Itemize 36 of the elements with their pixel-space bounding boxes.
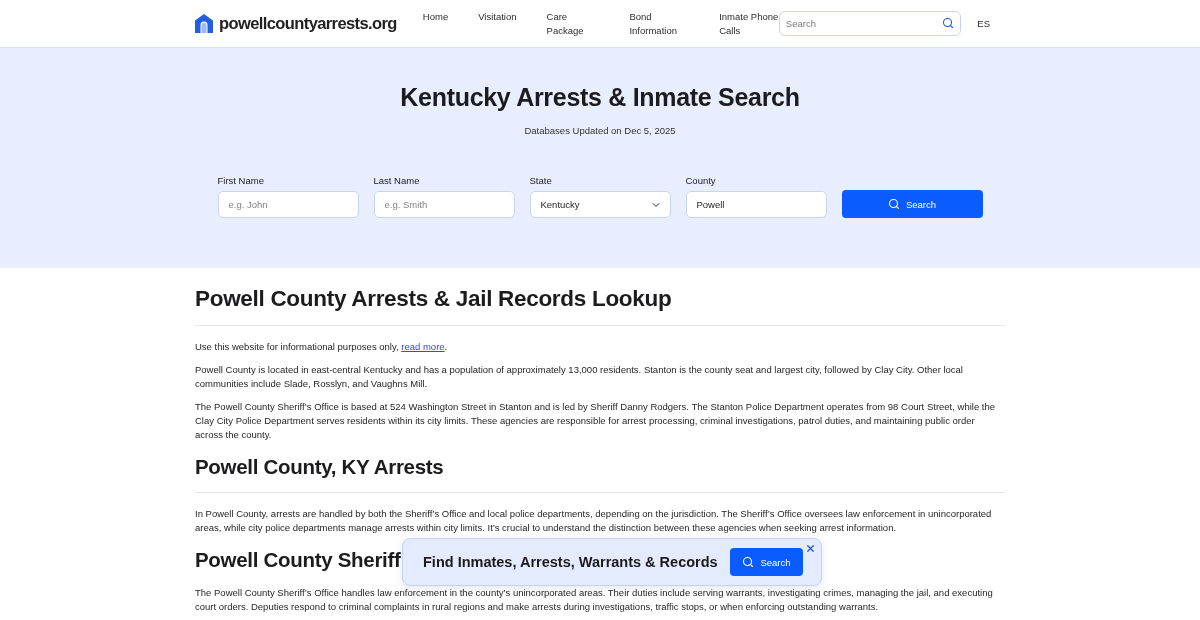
hero-title: Kentucky Arrests & Inmate Search	[400, 82, 800, 112]
field-label: Last Name	[373, 174, 420, 188]
hero-subtitle: Databases Updated on Dec 5, 2025	[524, 124, 676, 138]
field-label: State	[529, 174, 552, 188]
section-heading: Powell County Arrests & Jail Records Lookup	[195, 285, 672, 313]
nav-link[interactable]: Inmate Phone Calls	[719, 10, 779, 38]
site-logo[interactable]: powellcountyarrests.org	[195, 0, 397, 47]
language-link[interactable]: ES	[977, 18, 990, 30]
input-field[interactable]: Powell	[685, 191, 827, 218]
body-paragraph: The Powell County Sheriff’s Office is based at 524 Washington Street in Stanton and is led by Sheriff Danny Rodgers. The Stanton Police Department operates from 98 Court Street, while the Clay City Police Department serves residents within its city limits. These agencies are responsible for arrest processing, criminal investigations, patrol duties, and maintaining public order across the county.	[195, 400, 997, 442]
field-label: First Name	[217, 174, 264, 188]
select-field[interactable]: Kentucky	[529, 191, 671, 218]
section-heading: Powell County, KY Arrests	[195, 454, 444, 480]
house-logo-icon	[195, 14, 213, 33]
search-icon	[887, 198, 900, 210]
search-button[interactable]: Search	[730, 548, 803, 576]
body-paragraph: Use this website for informational purposes only, read more.	[195, 340, 449, 354]
input-field[interactable]: e.g. John	[217, 191, 359, 218]
nav-link[interactable]: Care Package	[546, 10, 600, 38]
close-icon	[805, 543, 816, 554]
nav-link[interactable]: Visitation	[478, 10, 517, 38]
banner-title: Find Inmates, Arrests, Warrants & Records	[423, 554, 718, 570]
body-paragraph: The Powell County Sheriff’s Office handles law enforcement in the county’s unincorporated areas. Their duties include serving warrants, investigating crimes, managing the jail, and executing court orders. Deputies respond to criminal complaints in rural regions and make arrests during investigations, traffic stops, or when enforcing outstanding warrants.	[195, 586, 994, 614]
search-field[interactable]: Search	[778, 11, 962, 36]
nav-link[interactable]: Home	[422, 10, 449, 38]
input-field[interactable]: e.g. Smith	[373, 191, 515, 218]
search-button[interactable]: Search	[841, 190, 983, 218]
nav-link[interactable]: Bond Information	[629, 10, 690, 38]
field-label: County	[685, 174, 716, 188]
body-paragraph: In Powell County, arrests are handled by both the Sheriff’s Office and local police departments, depending on the jurisdiction. The Sheriff’s Office oversees law enforcement in unincorporated areas, while city police departments manage arrests within city limits. It’s crucial to understand the distinction between these agencies when seeking arrest information.	[195, 507, 993, 535]
search-icon	[742, 556, 755, 568]
body-paragraph: Powell County is located in east-central Kentucky and has a population of approximately 13,000 residents. Stanton is the county seat and largest city, followed by Clay City. Other local communities include Slade, Rosslyn, and Vaughns Mill.	[195, 363, 964, 391]
close-button[interactable]	[805, 543, 816, 554]
section-heading: Powell County Sheriff	[195, 547, 401, 573]
read-more-link[interactable]: read more	[401, 341, 445, 352]
search-icon	[942, 17, 955, 29]
